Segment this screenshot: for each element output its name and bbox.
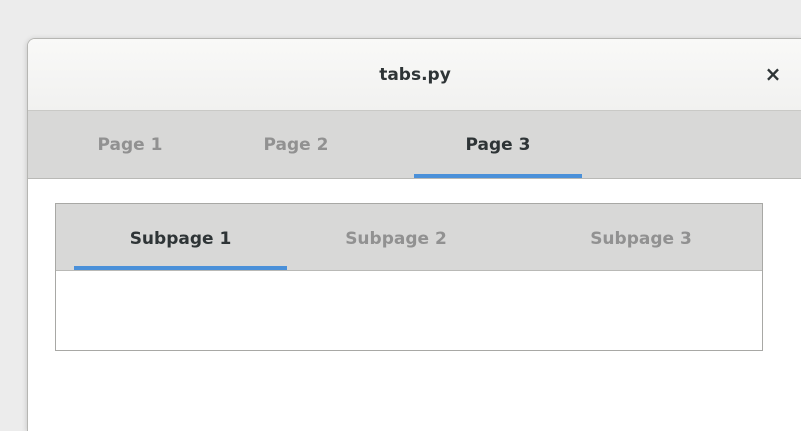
window-title: tabs.py xyxy=(379,65,451,85)
close-icon[interactable]: × xyxy=(760,61,786,87)
tab-subpage-3[interactable]: Subpage 3 xyxy=(536,204,746,270)
subpage-content xyxy=(56,271,762,350)
main-tab-bar: Page 1 Page 2 Page 3 xyxy=(28,111,801,179)
sub-notebook: Subpage 1 Subpage 2 Subpage 3 xyxy=(55,203,763,351)
tab-page-1[interactable]: Page 1 xyxy=(75,111,185,178)
tab-subpage-1[interactable]: Subpage 1 xyxy=(74,204,287,270)
tab-page-3[interactable]: Page 3 xyxy=(414,111,582,178)
tab-page-2[interactable]: Page 2 xyxy=(241,111,351,178)
app-window: tabs.py × Page 1 Page 2 Page 3 Subpage 1… xyxy=(27,38,801,431)
tab-subpage-2[interactable]: Subpage 2 xyxy=(306,204,486,270)
sub-tab-bar: Subpage 1 Subpage 2 Subpage 3 xyxy=(56,204,762,271)
title-bar[interactable]: tabs.py × xyxy=(28,39,801,111)
